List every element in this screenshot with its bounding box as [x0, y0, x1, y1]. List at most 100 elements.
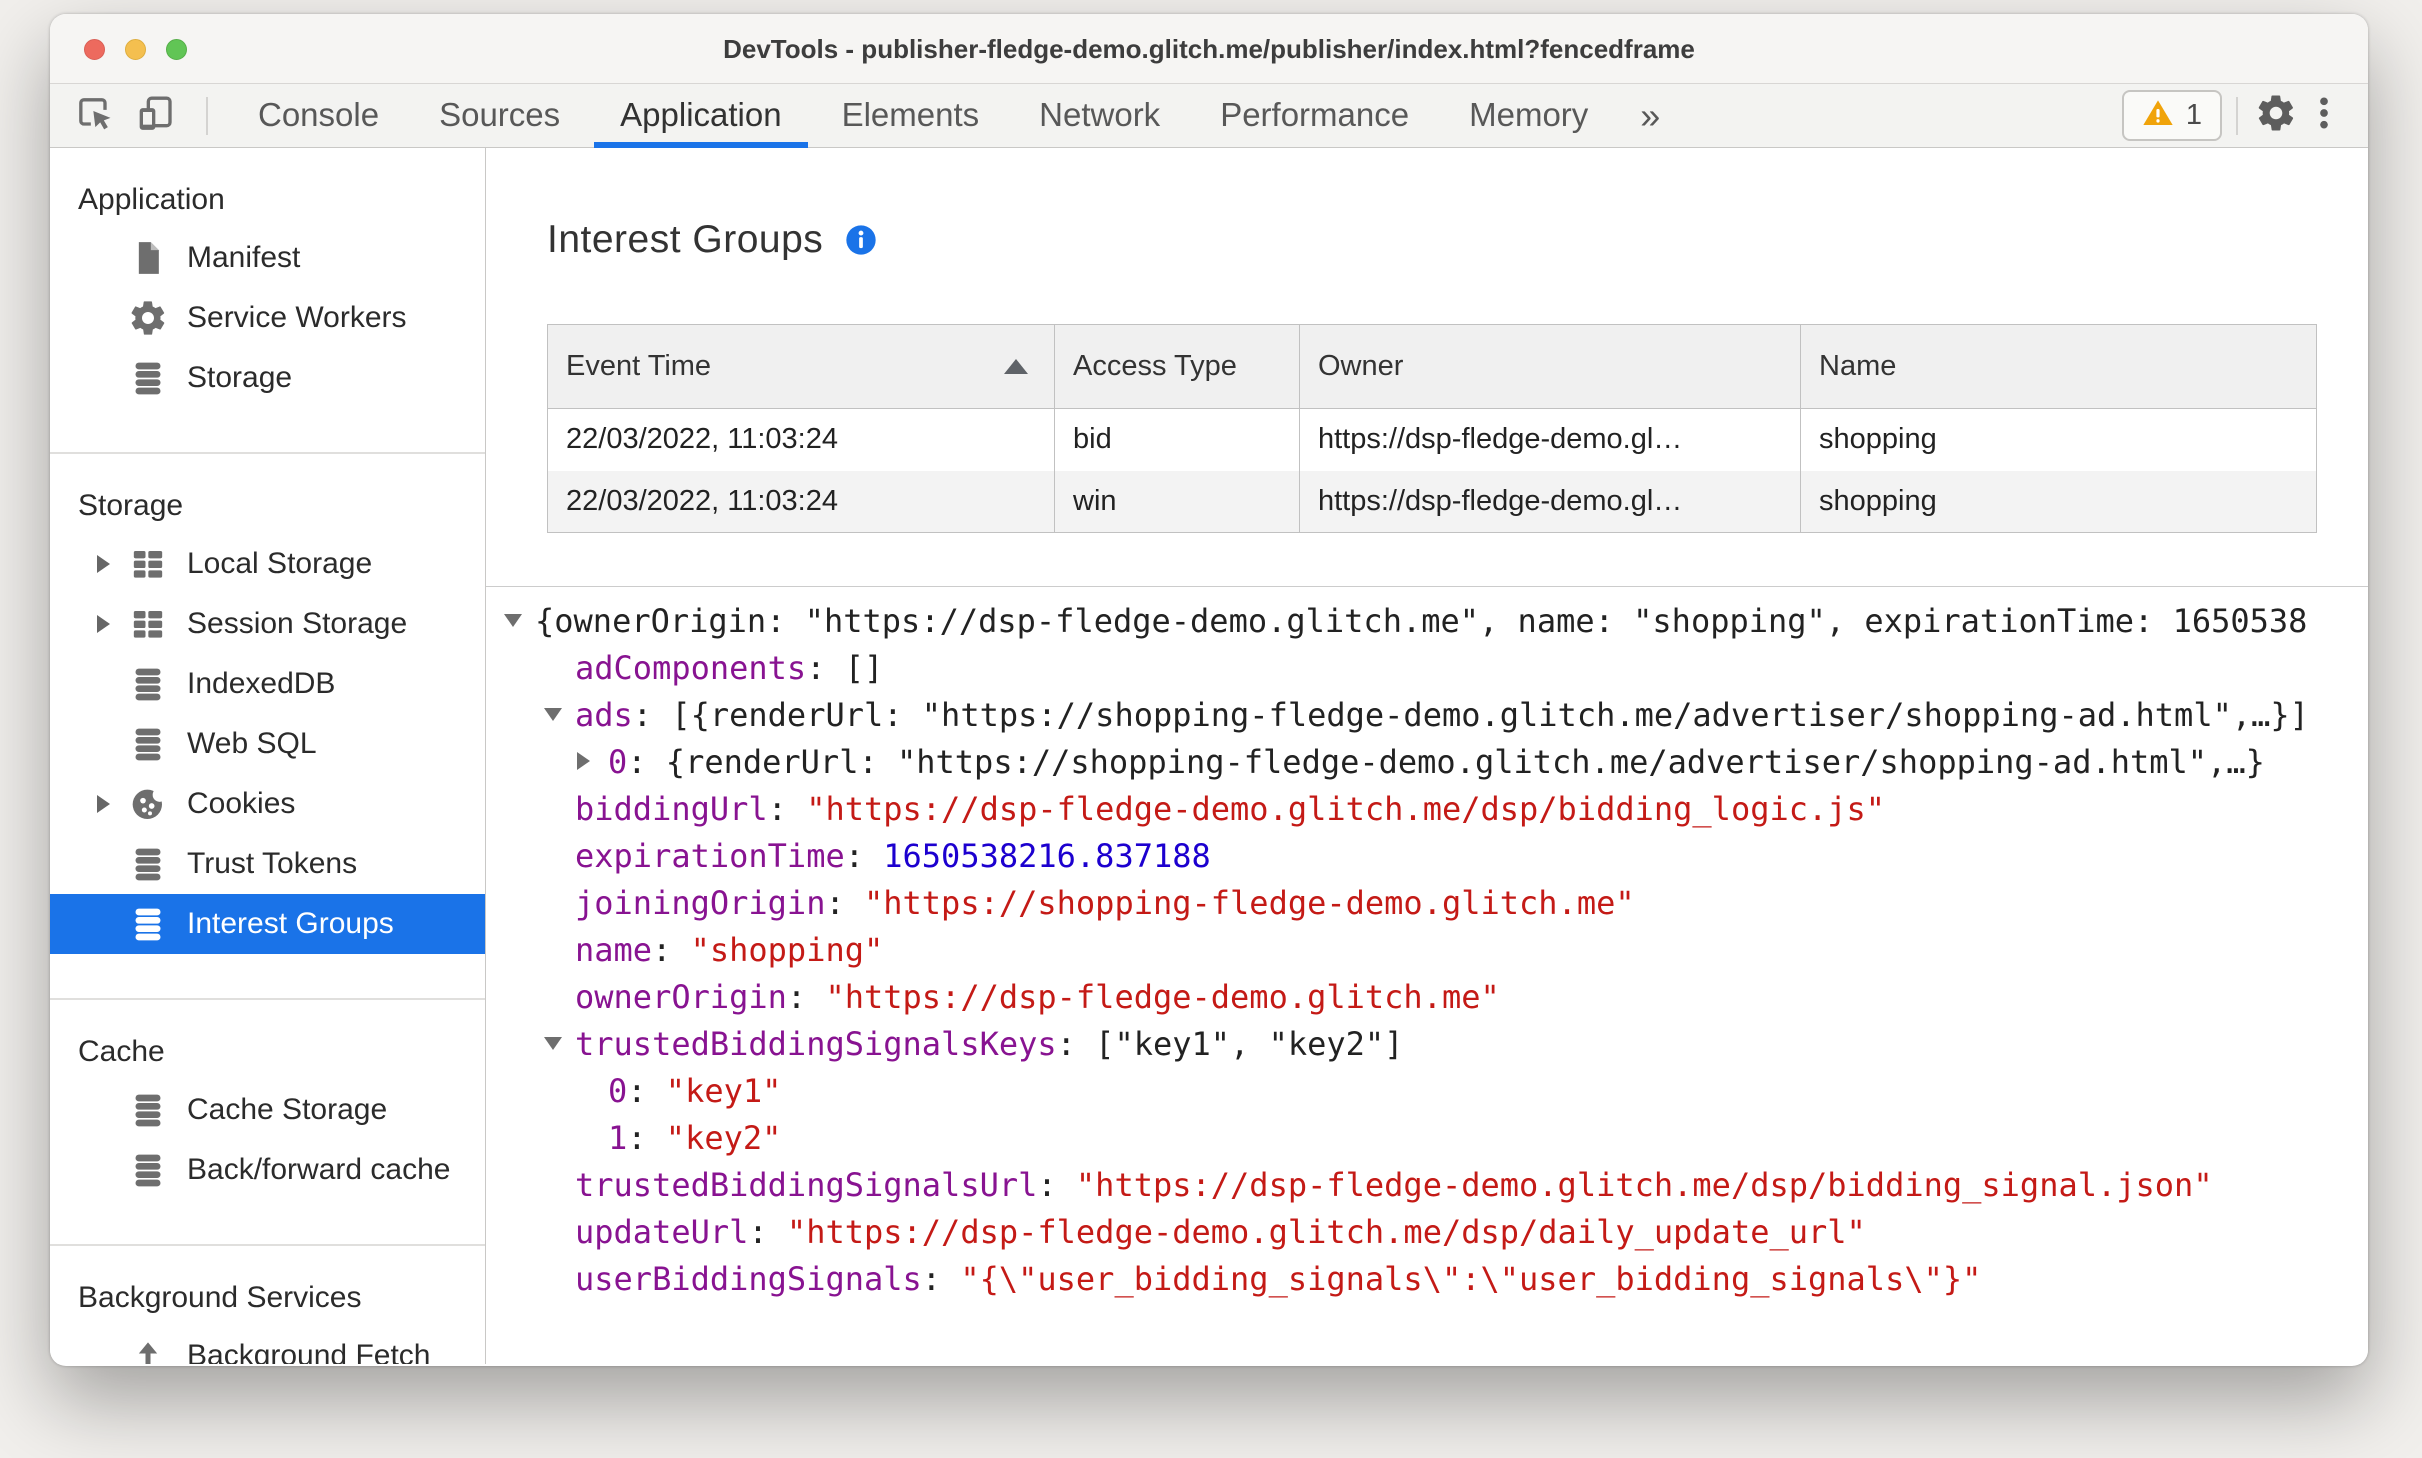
minimize-window-button[interactable]	[125, 38, 146, 60]
tab-network[interactable]: Network	[1009, 84, 1190, 148]
table-cell: win	[1054, 470, 1300, 533]
tab-sources[interactable]: Sources	[409, 84, 590, 148]
plain-text: :	[1037, 1166, 1076, 1204]
customize-devtools-button[interactable]	[2300, 92, 2348, 140]
interest-groups-panel: Interest Groups Event Time Access Type Own…	[486, 148, 2368, 1364]
tab-elements[interactable]: Elements	[812, 84, 1010, 148]
plain-text: :	[767, 790, 807, 828]
expand-arrow-icon[interactable]	[97, 555, 128, 573]
collapse-arrow-icon[interactable]	[544, 1036, 575, 1050]
issues-counter[interactable]: 1	[2121, 90, 2222, 141]
sidebar-item-storage[interactable]: Storage	[50, 348, 485, 408]
tab-console[interactable]: Console	[228, 84, 409, 148]
property-name: adComponents	[575, 649, 807, 687]
inspect-element-button[interactable]	[72, 93, 118, 139]
collapse-arrow-icon[interactable]	[544, 707, 575, 721]
sidebar-item-interest-groups[interactable]: Interest Groups	[50, 894, 485, 954]
page-title: Interest Groups	[547, 218, 824, 261]
table-cell: shopping	[1800, 408, 2317, 471]
tree-line[interactable]: name: "shopping"	[486, 927, 2368, 974]
gear-icon	[128, 298, 168, 338]
sidebar-item-session-storage[interactable]: Session Storage	[50, 594, 485, 654]
plain-text: {ownerOrigin: "https://dsp-fledge-demo.g…	[535, 602, 2308, 640]
tree-line[interactable]: 0: "key1"	[486, 1068, 2368, 1115]
interest-groups-table: Event Time Access Type Owner Name 22/03/202…	[547, 324, 2317, 533]
column-header-event-time[interactable]: Event Time	[547, 324, 1055, 409]
database-icon	[128, 358, 168, 398]
tree-line[interactable]: adComponents: []	[486, 645, 2368, 692]
table-cell: https://dsp-fledge-demo.gl…	[1299, 470, 1801, 533]
column-header-owner[interactable]: Owner	[1299, 324, 1801, 409]
toggle-device-toolbar-button[interactable]	[132, 93, 178, 139]
column-header-access-type[interactable]: Access Type	[1054, 324, 1300, 409]
database-icon	[128, 844, 168, 884]
settings-button[interactable]	[2252, 92, 2300, 140]
sidebar-item-label: IndexedDB	[187, 667, 336, 700]
sidebar-item-trust-tokens[interactable]: Trust Tokens	[50, 834, 485, 894]
window-title: DevTools - publisher-fledge-demo.glitch.…	[723, 34, 1695, 64]
tree-line[interactable]: joiningOrigin: "https://shopping-fledge-…	[486, 880, 2368, 927]
expand-arrow-icon[interactable]	[577, 752, 608, 770]
sidebar-item-web-sql[interactable]: Web SQL	[50, 714, 485, 774]
sidebar-item-label: Back/forward cache	[187, 1153, 451, 1186]
expand-arrow-icon[interactable]	[97, 795, 128, 813]
column-header-name[interactable]: Name	[1800, 324, 2317, 409]
application-sidebar: Application Manifest Service Workers Storag…	[50, 148, 486, 1364]
property-name: ads	[575, 696, 633, 734]
sidebar-item-label: Cookies	[187, 787, 296, 820]
tree-line[interactable]: expirationTime: 1650538216.837188	[486, 833, 2368, 880]
string-value: "key2"	[665, 1119, 782, 1157]
collapse-arrow-icon[interactable]	[504, 613, 535, 627]
tree-line[interactable]: {ownerOrigin: "https://dsp-fledge-demo.g…	[486, 598, 2368, 645]
tree-line[interactable]: ownerOrigin: "https://dsp-fledge-demo.gl…	[486, 974, 2368, 1021]
database-icon	[128, 1090, 168, 1130]
sidebar-item-label: Interest Groups	[187, 907, 394, 940]
sidebar-item-service-workers[interactable]: Service Workers	[50, 288, 485, 348]
tree-line[interactable]: 0: {renderUrl: "https://shopping-fledge-…	[486, 739, 2368, 786]
toolbar-divider	[206, 96, 208, 135]
property-name: expirationTime	[575, 837, 845, 875]
tree-line[interactable]: updateUrl: "https://dsp-fledge-demo.glit…	[486, 1209, 2368, 1256]
sidebar-item-background-fetch[interactable]: Background Fetch	[50, 1326, 485, 1364]
sidebar-item-back-forward-cache[interactable]: Back/forward cache	[50, 1140, 485, 1200]
tree-line[interactable]: biddingUrl: "https://dsp-fledge-demo.gli…	[486, 786, 2368, 833]
expand-arrow-icon[interactable]	[97, 615, 128, 633]
close-window-button[interactable]	[84, 38, 105, 60]
sidebar-section-storage: Storage Local Storage Session Storage Index…	[50, 454, 485, 1000]
table-icon	[128, 544, 168, 584]
tree-line[interactable]: userBiddingSignals: "{\"user_bidding_sig…	[486, 1256, 2368, 1303]
more-tabs-button[interactable]: »	[1618, 86, 1682, 146]
devtools-window: DevTools - publisher-fledge-demo.glitch.…	[50, 14, 2368, 1366]
tree-line[interactable]: trustedBiddingSignalsKeys: ["key1", "key…	[486, 1021, 2368, 1068]
table-cell: 22/03/2022, 11:03:24	[547, 470, 1055, 533]
sidebar-item-cache-storage[interactable]: Cache Storage	[50, 1080, 485, 1140]
sidebar-item-label: Session Storage	[187, 607, 408, 640]
device-toolbar-icon	[135, 94, 175, 137]
sidebar-item-indexeddb[interactable]: IndexedDB	[50, 654, 485, 714]
zoom-window-button[interactable]	[166, 38, 187, 60]
table-row[interactable]: 22/03/2022, 11:03:24 bid https://dsp-fledg…	[547, 408, 2317, 471]
tree-line[interactable]: 1: "key2"	[486, 1115, 2368, 1162]
sidebar-item-manifest[interactable]: Manifest	[50, 228, 485, 288]
string-value: "https://dsp-fledge-demo.glitch.me/dsp/b…	[806, 790, 1886, 828]
section-title: Application	[78, 183, 225, 216]
string-value: "https://dsp-fledge-demo.glitch.me/dsp/d…	[786, 1213, 1866, 1251]
tree-line[interactable]: ads: [{renderUrl: "https://shopping-fled…	[486, 692, 2368, 739]
property-name: trustedBiddingSignalsKeys	[575, 1025, 1057, 1063]
database-icon	[128, 724, 168, 764]
tab-application[interactable]: Application	[590, 84, 811, 148]
plain-text: : [{renderUrl: "https://shopping-fledge-…	[632, 696, 2309, 734]
tab-memory[interactable]: Memory	[1439, 84, 1618, 148]
string-value: "https://dsp-fledge-demo.glitch.me"	[825, 978, 1500, 1016]
table-row[interactable]: 22/03/2022, 11:03:24 win https://dsp-fledg…	[547, 470, 2317, 533]
object-tree: {ownerOrigin: "https://dsp-fledge-demo.g…	[486, 587, 2368, 1303]
sidebar-item-cookies[interactable]: Cookies	[50, 774, 485, 834]
sidebar-item-local-storage[interactable]: Local Storage	[50, 534, 485, 594]
property-name: userBiddingSignals	[575, 1260, 922, 1298]
info-icon[interactable]	[845, 224, 877, 256]
property-name: 0	[608, 1072, 628, 1110]
table-body: 22/03/2022, 11:03:24 bid https://dsp-fledg…	[547, 408, 2317, 533]
kebab-icon	[2304, 93, 2344, 138]
tree-line[interactable]: trustedBiddingSignalsUrl: "https://dsp-f…	[486, 1162, 2368, 1209]
tab-performance[interactable]: Performance	[1190, 84, 1439, 148]
